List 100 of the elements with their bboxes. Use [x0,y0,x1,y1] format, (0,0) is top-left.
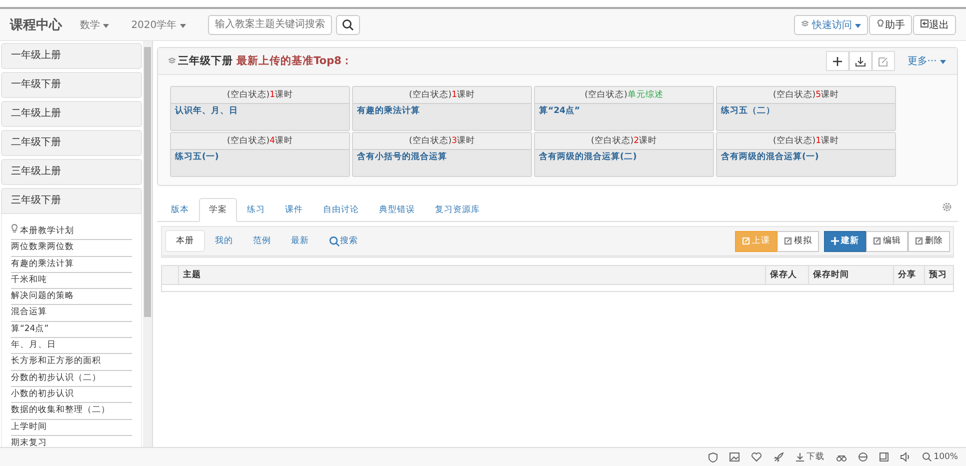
logout-button[interactable]: 退出 [913,14,956,34]
search-icon [922,452,932,462]
lesson-card[interactable]: (空白状态)1课时 认识年、月、日 [170,86,350,131]
unit-item[interactable]: 本册教学计划 [11,224,132,240]
add-button[interactable] [826,51,850,71]
unit-item[interactable]: 算“24点” [11,322,132,338]
external-link-icon [873,237,881,245]
unit-item[interactable]: 上学时间 [11,420,132,436]
card-status: (空白状态)2课时 [535,133,713,150]
unit-item[interactable]: 长方形和正方形的面积 [11,354,132,371]
search-icon [329,236,340,246]
search-button[interactable] [336,14,360,34]
caret-icon [103,24,110,28]
tab[interactable]: 版本 [161,198,199,222]
column-header: 主题 [178,266,765,284]
lesson-card[interactable]: (空白状态)4课时 练习五(一) [170,132,350,177]
download-icon [794,452,805,462]
heart-icon[interactable] [750,452,762,462]
action-button[interactable]: 删除 [908,230,950,252]
scrollbar[interactable] [143,41,152,447]
external-link-icon [742,237,750,245]
unit-item[interactable]: 数据的收集和整理（二） [11,403,132,420]
tab[interactable]: 学案 [199,198,237,222]
window-icon[interactable] [878,452,889,462]
tab[interactable]: 练习 [237,198,275,222]
action-button[interactable]: 建新 [824,230,866,252]
quick-access-button[interactable]: 快速访问 [794,14,868,34]
filter-tab[interactable]: 范例 [243,230,281,252]
download-status[interactable]: 下载 [794,451,825,463]
exit-icon [920,18,929,28]
tab[interactable]: 课件 [275,198,313,222]
grade-item[interactable]: 一年级上册 [1,43,142,69]
caret-icon [855,24,861,28]
filter-tab[interactable]: 本册 [165,230,205,252]
bulb-icon [876,18,885,28]
unit-item[interactable]: 分数的初步认识（二） [11,370,132,387]
layers-icon [800,20,809,28]
card-status: (空白状态)3课时 [353,133,531,150]
column-header: 预习 [924,266,953,284]
search-icon [342,18,354,30]
card-title: 含有两级的混合运算(二) [538,150,638,164]
column-header: 分享 [893,266,924,284]
lesson-card[interactable]: (空白状态)2课时 含有两级的混合运算(二) [534,132,714,177]
unit-item[interactable]: 千米和吨 [11,272,132,290]
tab[interactable]: 复习资源库 [425,198,490,222]
rocket-icon[interactable] [772,452,784,462]
shield-icon[interactable] [708,452,718,462]
card-title: 有趣的乘法计算 [356,104,421,118]
lesson-card[interactable]: (空白状态)3课时 含有小括号的混合运算 [352,132,532,177]
edit-icon [878,56,890,66]
unit-item[interactable]: 有趣的乘法计算 [11,256,132,273]
grade-item[interactable]: 三年级上册 [1,159,142,185]
helper-button[interactable]: 助手 [869,14,912,34]
grade-item[interactable]: 三年级下册 [1,188,142,214]
unit-item[interactable]: 混合运算 [11,305,132,322]
bulb-icon [11,224,18,233]
filter-tab[interactable]: 搜索 [319,230,368,252]
more-button[interactable]: 更多··· [901,51,952,71]
grade-item[interactable]: 一年级下册 [1,72,142,98]
tab[interactable]: 自由讨论 [313,198,369,222]
filter-tab[interactable]: 最新 [281,230,319,252]
caret-icon [940,60,946,64]
card-status: (空白状态)1课时 [353,87,531,104]
filter-tab[interactable]: 我的 [205,230,243,252]
unit-item[interactable]: 解决问题的策略 [11,289,132,306]
globe-icon[interactable] [858,452,868,462]
card-status: (空白状态)1课时 [171,87,349,104]
unit-item[interactable]: 年、月、日 [11,338,132,354]
card-title: 含有两级的混合运算(一) [720,150,820,164]
card-status: (空白状态)单元综述 [535,87,713,104]
action-button[interactable]: 编辑 [866,230,908,252]
lesson-card[interactable]: (空白状态)1课时 有趣的乘法计算 [352,86,532,131]
lesson-card[interactable]: (空白状态)1课时 含有两级的混合运算(一) [716,132,896,177]
zoom-level[interactable]: 100% [922,452,958,462]
download-button[interactable] [849,51,872,71]
layers-icon [168,57,176,65]
action-button[interactable]: 模拟 [777,230,819,252]
year-dropdown[interactable]: 2020学年 [125,16,192,32]
lesson-card[interactable]: (空白状态)单元综述 算“24点” [534,86,714,131]
card-title: 认识年、月、日 [174,104,239,118]
lesson-card[interactable]: (空白状态)5课时 练习五（二） [716,86,896,131]
unit-item[interactable]: 小数的初步认识 [11,386,132,404]
grade-item[interactable]: 二年级上册 [1,101,142,127]
external-link-icon [915,237,923,245]
site-logo[interactable]: 课程中心 [10,16,62,34]
image-icon[interactable] [728,452,740,462]
caret-icon [180,24,186,28]
subject-dropdown[interactable]: 数学 [74,16,116,32]
card-status: (空白状态)4课时 [171,133,349,150]
grade-item[interactable]: 二年级下册 [1,130,142,156]
card-title: 算“24点” [538,104,582,118]
card-title: 练习五(一) [174,151,220,164]
speaker-icon[interactable] [900,452,911,462]
column-header: 保存人 [765,266,808,284]
plus-icon [833,56,842,66]
external-link-icon [784,237,792,245]
tab[interactable]: 典型错误 [369,198,425,222]
settings-icon[interactable] [942,202,952,212]
unit-item[interactable]: 两位数乘两位数 [11,240,132,257]
search-field[interactable]: 输入教案主题关键词搜索 [208,14,332,34]
